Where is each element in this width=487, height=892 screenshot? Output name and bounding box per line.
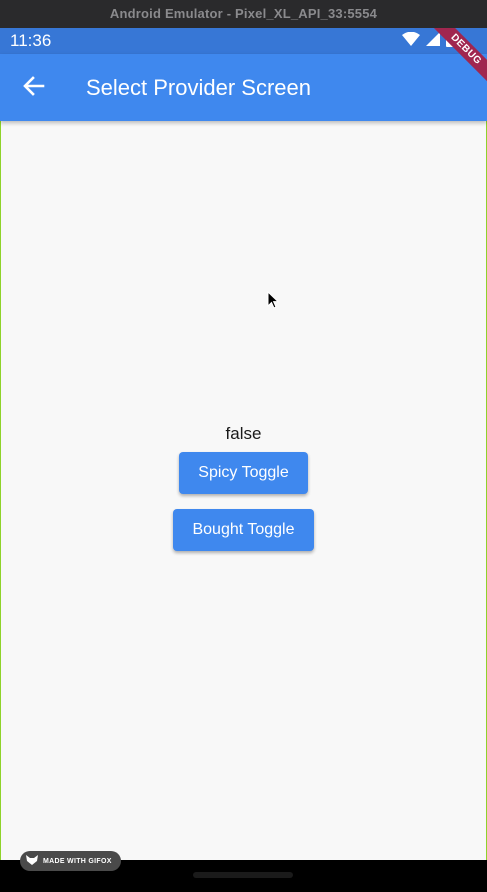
gifox-watermark: MADE WITH GIFOX — [20, 851, 121, 871]
fox-icon — [26, 855, 38, 867]
value-text: false — [225, 424, 262, 443]
center-column: false Spicy Toggle Bought Toggle — [1, 423, 486, 551]
arrow-back-icon — [23, 75, 45, 102]
gifox-label: MADE WITH GIFOX — [43, 857, 112, 865]
wifi-icon — [402, 31, 420, 51]
status-bar: 11:36 — [0, 28, 487, 54]
home-gesture-pill[interactable] — [193, 872, 293, 878]
mouse-cursor-icon — [267, 290, 280, 314]
emulator-window: Android Emulator - Pixel_XL_API_33:5554 … — [0, 0, 487, 892]
battery-icon — [446, 30, 455, 52]
cellular-icon — [426, 31, 440, 51]
emulator-title: Android Emulator - Pixel_XL_API_33:5554 — [109, 6, 378, 21]
status-time: 11:36 — [10, 31, 52, 50]
bought-toggle-button[interactable]: Bought Toggle — [173, 509, 314, 551]
emulator-title-bar: Android Emulator - Pixel_XL_API_33:5554 — [0, 0, 487, 28]
screen-body: false Spicy Toggle Bought Toggle — [0, 121, 487, 861]
spicy-toggle-button[interactable]: Spicy Toggle — [179, 452, 308, 494]
status-icons — [402, 30, 455, 52]
back-button[interactable] — [14, 68, 54, 108]
app-bar: Select Provider Screen — [0, 54, 487, 121]
page-title: Select Provider Screen — [86, 75, 311, 100]
